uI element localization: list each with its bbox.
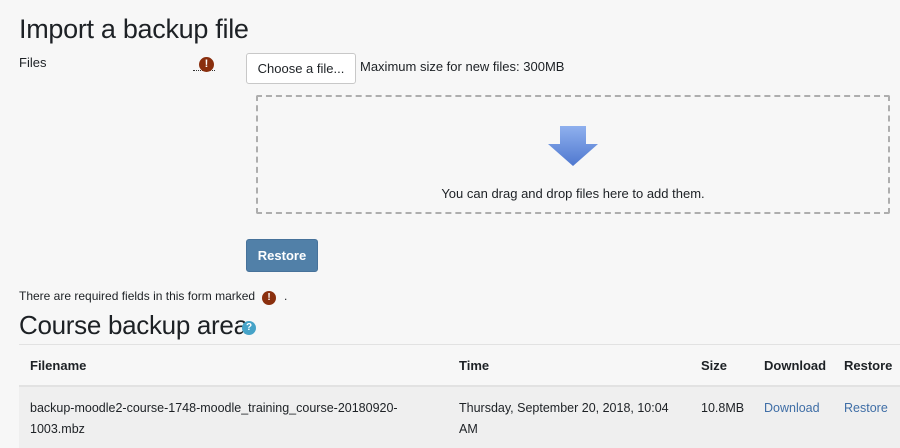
table-row: backup-moodle2-course-1748-moodle_traini… — [19, 387, 900, 448]
file-dropzone[interactable]: You can drag and drop files here to add … — [256, 95, 890, 214]
required-fields-note: There are required fields in this form m… — [19, 289, 256, 303]
down-arrow-icon — [548, 126, 598, 166]
files-label: Files — [19, 55, 47, 70]
required-icon: ! — [262, 291, 276, 305]
drop-instruction: You can drag and drop files here to add … — [441, 186, 705, 201]
time-line: AM — [459, 422, 478, 436]
required-note-end: . — [284, 289, 288, 303]
course-backup-area-title: Course backup area — [19, 310, 248, 340]
max-size-text: Maximum size for new files: 300MB — [360, 59, 565, 74]
time-cell: Thursday, September 20, 2018, 10:04 AM — [459, 398, 669, 440]
filename-cell: backup-moodle2-course-1748-moodle_traini… — [30, 398, 398, 440]
required-icon: ! — [199, 57, 214, 72]
column-header-restore: Restore — [844, 358, 893, 373]
import-title: Import a backup file — [19, 14, 249, 44]
filename-line: 1003.mbz — [30, 422, 85, 436]
filename-line: backup-moodle2-course-1748-moodle_traini… — [30, 401, 398, 415]
table-header: Filename Time Size Download Restore — [19, 344, 900, 387]
time-line: Thursday, September 20, 2018, 10:04 — [459, 401, 669, 415]
download-link[interactable]: Download — [764, 398, 820, 419]
restore-button[interactable]: Restore — [246, 239, 318, 272]
column-header-size: Size — [701, 358, 728, 373]
size-cell: 10.8MB — [701, 401, 745, 415]
column-header-download: Download — [764, 358, 827, 373]
choose-file-button[interactable]: Choose a file... — [246, 53, 356, 84]
column-header-filename: Filename — [30, 358, 87, 373]
restore-link[interactable]: Restore — [844, 398, 888, 419]
column-header-time: Time — [459, 358, 490, 373]
help-icon[interactable]: ? — [242, 321, 256, 335]
